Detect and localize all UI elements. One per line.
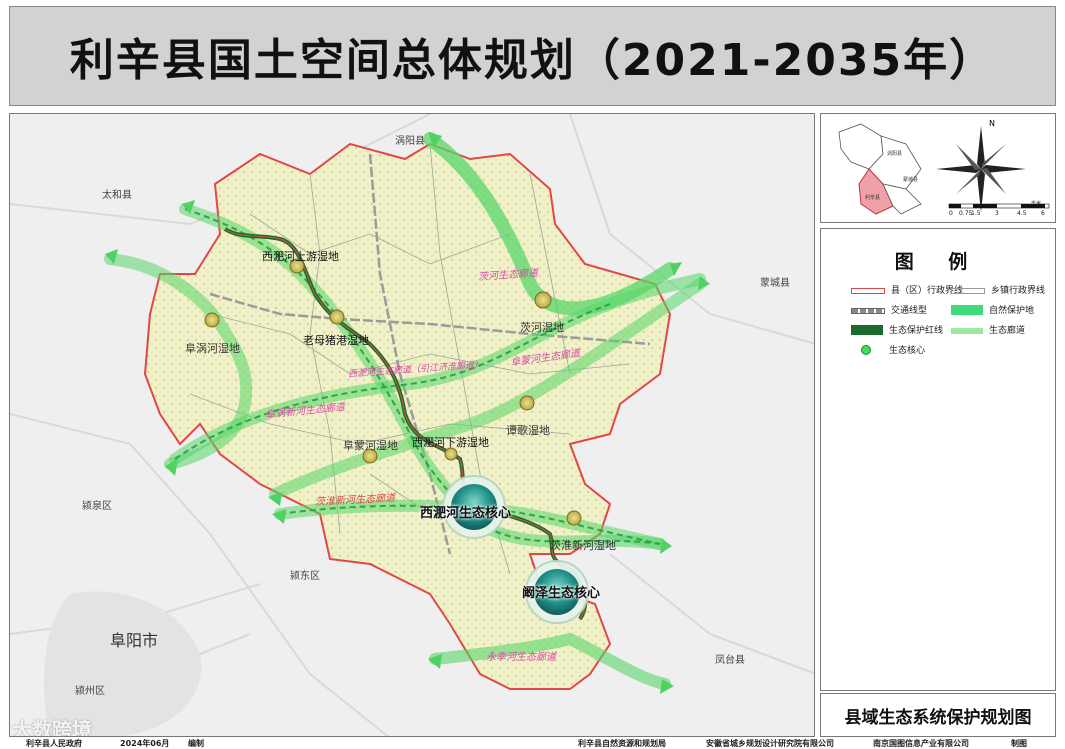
legend-item-eco-corridor: 生态廊道 [951,323,1025,336]
eco-redline-swatch [851,324,883,335]
title-bar: 利辛县国土空间总体规划（2021-2035年） [9,6,1056,106]
county-boundary-swatch [851,288,885,294]
locator-map: N [838,119,1050,215]
label-mengcheng: 蒙城县 [760,278,790,289]
legend-item-nature-reserve: 自然保护地 [951,303,1034,316]
scale-unit: 千米 [1031,201,1042,207]
label-wetland-cihe: 茨河湿地 [520,321,564,334]
legend-title: 图 例 [894,251,982,273]
label-wetland-fumeng: 阜蒙河湿地 [343,439,398,452]
scale-tick: 4.5 [1017,210,1027,217]
footer-date: 2024年06月 [120,739,170,748]
label-fengtai: 凤台县 [715,655,745,666]
legend-label: 乡镇行政界线 [991,286,1046,296]
footer-make: 制图 [1011,739,1027,748]
label-yingzhou: 颍州区 [75,686,105,697]
locator-label-mengcheng: 蒙城县 [903,177,919,183]
map-caption: 县域生态系统保护规划图 [820,693,1056,737]
footer: 利辛县人民政府 2024年06月 编制 利辛县自然资源和规划局 安徽省城乡规划设… [0,738,1065,748]
legend-label: 自然保护地 [989,306,1035,316]
legend-item-eco-core: 生态核心 [851,343,925,356]
eco-corridor-swatch [951,327,983,334]
footer-institute: 安徽省城乡规划设计研究院有限公司 [706,739,834,748]
label-wetland-xifei-lower: 西淝河下游湿地 [412,436,489,449]
footer-bureau: 利辛县自然资源和规划局 [578,739,666,748]
legend-label: 生态廊道 [989,326,1026,336]
legend-item-traffic: 交通线型 [851,303,927,316]
label-yingdong: 颍东区 [290,571,320,582]
scale-tick: 1.5 [971,210,981,217]
footer-nanjing: 南京国图信息产业有限公司 [873,739,969,748]
town-boundary-swatch [951,288,985,294]
scale-bar-ticks: 0 0.75 1.5 3 4.5 6 [949,210,1055,220]
label-corridor-shuixi: 永幸河生态廊道 [486,652,556,663]
eco-core-swatch [851,344,883,355]
label-core-kanze: 阚泽生态核心 [522,586,601,601]
traffic-line-swatch [851,308,885,314]
scale-tick: 0 [949,210,953,217]
legend-item-eco-redline: 生态保护红线 [851,323,943,336]
watermark: 大数跨境 [12,718,92,737]
compass-label: N [989,119,995,128]
locator-label-lixin: 利辛县 [865,195,881,201]
label-wetland-tange: 谭歌湿地 [506,424,550,437]
label-fuyang: 阜阳市 [110,631,159,650]
scale-tick: 3 [995,210,999,217]
map-title: 利辛县国土空间总体规划（2021-2035年） [69,35,996,86]
footer-gov: 利辛县人民政府 [26,739,82,748]
label-guoyang: 涡阳县 [395,136,425,147]
legend-item-town-boundary: 乡镇行政界线 [951,283,1045,296]
locator-panel: N 利辛县 蒙城县 涡阳县 0 0.75 1.5 3 4.5 6 千米 [820,113,1056,223]
legend-item-county-boundary: 县（区）行政界线 [851,283,963,296]
locator-label-guoyang: 涡阳县 [887,151,903,157]
label-core-xifei: 西淝河生态核心 [420,506,512,521]
main-map[interactable]: 涡阳县 太和县 蒙城县 颍泉区 颍东区 阜阳市 颍州区 凤台县 西淝河上游湿地 … [9,113,815,737]
label-yingquan: 颍泉区 [82,501,112,512]
compass-icon [936,126,1026,212]
label-wetland-laomuzhu: 老母猪港湿地 [303,334,369,347]
scale-tick: 6 [1041,210,1045,217]
legend-label: 生态保护红线 [889,326,944,336]
legend-panel: 图 例 县（区）行政界线 乡镇行政界线 交通线型 自然保护地 生态保护红线 生态… [820,228,1056,691]
footer-compile: 编制 [188,739,204,748]
nature-reserve-swatch [951,304,983,315]
legend-label: 生态核心 [889,346,926,356]
legend-label: 交通线型 [891,306,928,316]
label-wetland-fuguo: 阜涡河湿地 [185,342,240,355]
label-taihe: 太和县 [102,190,132,201]
label-wetland-xifei-upper: 西淝河上游湿地 [262,250,339,263]
label-wetland-cihuai: 茨淮新河湿地 [550,539,616,552]
